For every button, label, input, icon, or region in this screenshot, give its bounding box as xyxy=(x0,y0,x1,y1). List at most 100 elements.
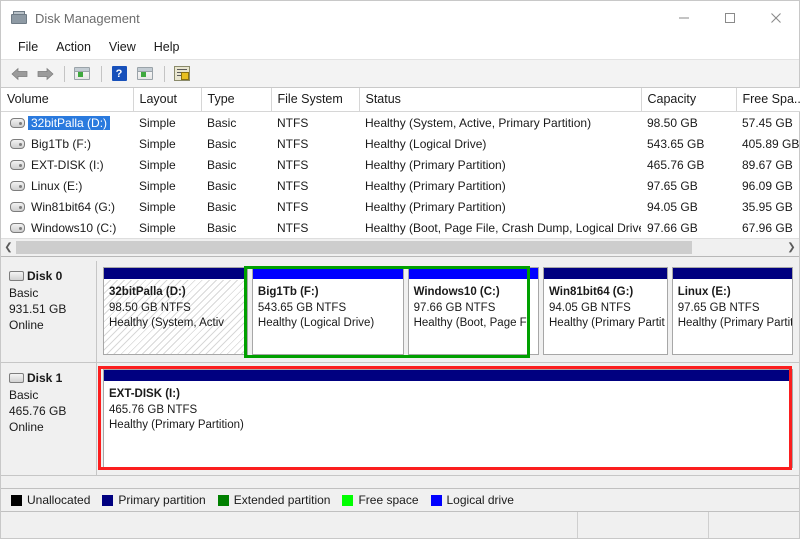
partition-strip: 32bitPalla (D:)98.50 GB NTFSHealthy (Sys… xyxy=(97,261,799,362)
partition-header-bar xyxy=(673,268,792,280)
disk-row-disk-1[interactable]: Disk 1Basic465.76 GBOnlineEXT-DISK (I:)4… xyxy=(1,363,799,476)
partition-block[interactable]: Linux (E:)97.65 GB NTFSHealthy (Primary … xyxy=(672,267,793,355)
disk-icon xyxy=(9,271,24,281)
column-header-layout[interactable]: Layout xyxy=(133,88,201,112)
disk-drive-icon xyxy=(11,11,27,26)
scrollbar-track[interactable] xyxy=(16,240,784,255)
properties-icon[interactable] xyxy=(170,63,194,85)
partition-size: 94.05 GB NTFS xyxy=(549,301,662,316)
partition-block[interactable]: 32bitPalla (D:)98.50 GB NTFSHealthy (Sys… xyxy=(103,267,248,355)
column-header-volume[interactable]: Volume xyxy=(1,88,133,112)
menu-item-action[interactable]: Action xyxy=(47,37,100,57)
volume-drive-icon xyxy=(10,223,25,233)
maximize-icon[interactable] xyxy=(707,1,753,35)
status-cell: Healthy (Boot, Page File, Crash Dump, Lo… xyxy=(359,217,641,238)
free-space-cell: 35.95 GB xyxy=(736,196,800,217)
partition-status: Healthy (Primary Partit xyxy=(678,316,787,331)
menu-item-file[interactable]: File xyxy=(9,37,47,57)
legend-label: Primary partition xyxy=(118,493,205,507)
disk-size: 931.51 GB xyxy=(9,301,96,317)
scrollbar-thumb[interactable] xyxy=(16,241,692,254)
legend-item: Extended partition xyxy=(218,493,331,507)
partition-block[interactable]: Win81bit64 (G:)94.05 GB NTFSHealthy (Pri… xyxy=(543,267,668,355)
free-space-cell: 89.67 GB xyxy=(736,154,800,175)
legend-swatch xyxy=(342,495,353,506)
table-row[interactable]: Big1Tb (F:)SimpleBasicNTFSHealthy (Logic… xyxy=(1,133,800,154)
layout-cell: Simple xyxy=(133,133,201,154)
show-hide-action-pane-icon[interactable] xyxy=(133,63,157,85)
partition-label: Windows10 (C:) xyxy=(414,285,533,300)
type-cell: Basic xyxy=(201,133,271,154)
volume-drive-icon xyxy=(10,118,25,128)
file-system-cell: NTFS xyxy=(271,112,359,134)
table-row[interactable]: 32bitPalla (D:)SimpleBasicNTFSHealthy (S… xyxy=(1,112,800,134)
help-icon[interactable]: ? xyxy=(107,63,131,85)
partition-label: Big1Tb (F:) xyxy=(258,285,398,300)
file-system-cell: NTFS xyxy=(271,217,359,238)
toolbar-separator-1 xyxy=(64,66,65,82)
partition-header-bar xyxy=(544,268,667,280)
column-header-file-system[interactable]: File System xyxy=(271,88,359,112)
column-header-status[interactable]: Status xyxy=(359,88,641,112)
partition-body: Windows10 (C:)97.66 GB NTFSHealthy (Boot… xyxy=(409,280,538,354)
volume-drive-icon xyxy=(10,160,25,170)
column-header-capacity[interactable]: Capacity xyxy=(641,88,736,112)
show-hide-console-tree-icon[interactable] xyxy=(70,63,94,85)
type-cell: Basic xyxy=(201,112,271,134)
chevron-right-icon[interactable]: ❯ xyxy=(784,240,799,255)
disk-row-disk-0[interactable]: Disk 0Basic931.51 GBOnline32bitPalla (D:… xyxy=(1,261,799,363)
volume-drive-icon xyxy=(10,181,25,191)
menu-bar: File Action View Help xyxy=(1,35,799,59)
disk-name: Disk 1 xyxy=(27,370,62,386)
menu-item-help[interactable]: Help xyxy=(145,37,189,57)
file-system-cell: NTFS xyxy=(271,175,359,196)
volume-cell: Win81bit64 (G:) xyxy=(1,196,133,217)
table-row[interactable]: Linux (E:)SimpleBasicNTFSHealthy (Primar… xyxy=(1,175,800,196)
volume-name: Win81bit64 (G:) xyxy=(28,200,118,214)
help-glyph: ? xyxy=(112,66,127,81)
legend-label: Unallocated xyxy=(27,493,90,507)
toolbar: ? xyxy=(1,59,799,88)
partition-body: EXT-DISK (I:)465.76 GB NTFSHealthy (Prim… xyxy=(104,382,792,467)
table-row[interactable]: EXT-DISK (I:)SimpleBasicNTFSHealthy (Pri… xyxy=(1,154,800,175)
partition-block[interactable]: Big1Tb (F:)543.65 GB NTFSHealthy (Logica… xyxy=(252,267,404,355)
legend-item: Logical drive xyxy=(431,493,514,507)
capacity-cell: 97.65 GB xyxy=(641,175,736,196)
status-bar-cell-secondary xyxy=(578,512,709,538)
column-header-type[interactable]: Type xyxy=(201,88,271,112)
column-header-free-space[interactable]: Free Spa... xyxy=(736,88,800,112)
file-system-cell: NTFS xyxy=(271,133,359,154)
partition-header-bar xyxy=(104,370,792,382)
file-system-cell: NTFS xyxy=(271,154,359,175)
type-cell: Basic xyxy=(201,175,271,196)
close-icon[interactable] xyxy=(753,1,799,35)
partition-status: Healthy (Primary Partition) xyxy=(109,418,787,433)
partition-status: Healthy (Logical Drive) xyxy=(258,316,398,331)
legend-item: Free space xyxy=(342,493,418,507)
disk-info-panel[interactable]: Disk 1Basic465.76 GBOnline xyxy=(1,363,97,475)
type-cell: Basic xyxy=(201,154,271,175)
disk-graphical-view: Disk 0Basic931.51 GBOnline32bitPalla (D:… xyxy=(1,261,799,488)
partition-block[interactable]: EXT-DISK (I:)465.76 GB NTFSHealthy (Prim… xyxy=(103,369,793,468)
legend-item: Primary partition xyxy=(102,493,205,507)
capacity-cell: 543.65 GB xyxy=(641,133,736,154)
partition-block[interactable]: Windows10 (C:)97.66 GB NTFSHealthy (Boot… xyxy=(408,267,539,355)
title-bar: Disk Management xyxy=(1,1,799,35)
table-row[interactable]: Windows10 (C:)SimpleBasicNTFSHealthy (Bo… xyxy=(1,217,800,238)
legend-bar: Unallocated Primary partition Extended par… xyxy=(1,488,799,511)
layout-cell: Simple xyxy=(133,154,201,175)
menu-item-view[interactable]: View xyxy=(100,37,145,57)
horizontal-scrollbar[interactable]: ❮ ❯ xyxy=(1,238,799,256)
back-arrow-icon[interactable] xyxy=(7,63,31,85)
chevron-left-icon[interactable]: ❮ xyxy=(1,240,16,255)
layout-cell: Simple xyxy=(133,196,201,217)
partition-strip: EXT-DISK (I:)465.76 GB NTFSHealthy (Prim… xyxy=(97,363,799,475)
forward-arrow-icon[interactable] xyxy=(33,63,57,85)
disk-info-panel[interactable]: Disk 0Basic931.51 GBOnline xyxy=(1,261,97,362)
partition-header-bar xyxy=(104,268,247,280)
minimize-icon[interactable] xyxy=(661,1,707,35)
volume-name: Big1Tb (F:) xyxy=(28,137,94,151)
legend-swatch xyxy=(102,495,113,506)
volume-name: Linux (E:) xyxy=(28,179,85,193)
table-row[interactable]: Win81bit64 (G:)SimpleBasicNTFSHealthy (P… xyxy=(1,196,800,217)
